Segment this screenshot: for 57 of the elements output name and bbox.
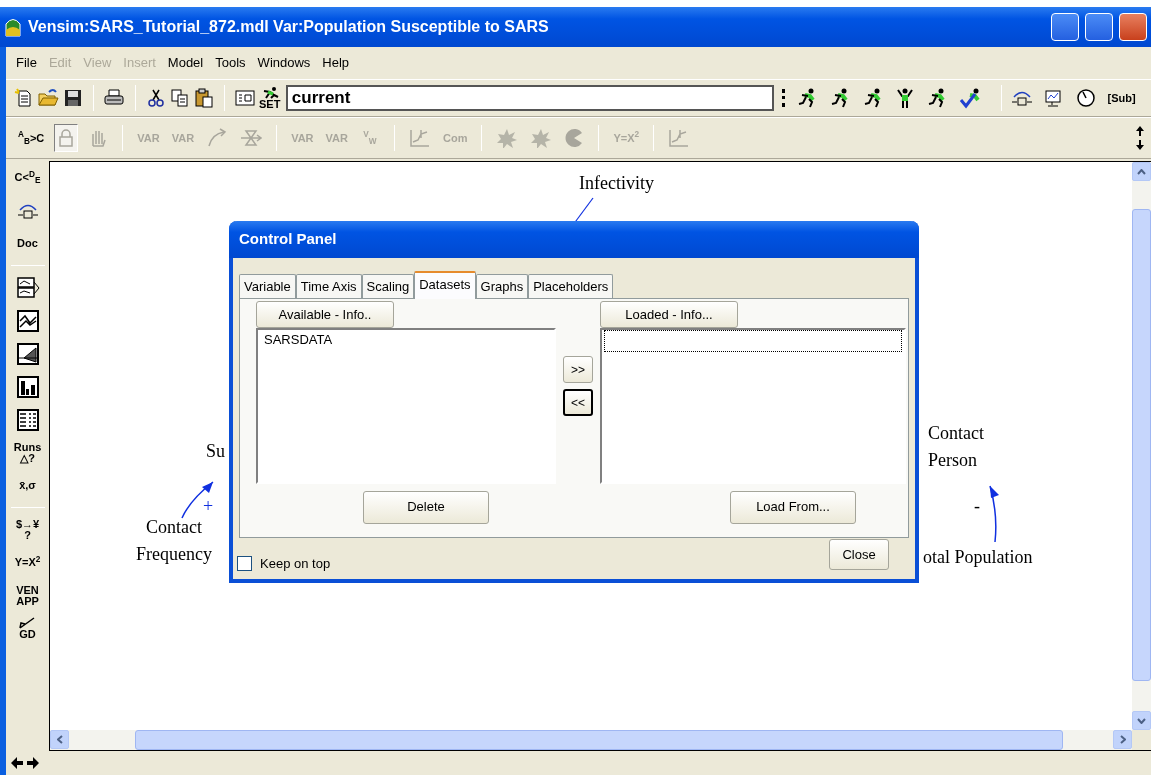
load-from-button[interactable]: Load From... xyxy=(730,490,856,524)
menu-item[interactable]: Model xyxy=(161,53,210,73)
tab[interactable]: Datasets xyxy=(414,271,476,299)
tool-button[interactable]: $→¥ ? xyxy=(13,514,42,545)
close-dialog-button[interactable]: Close xyxy=(829,539,889,570)
menu-item[interactable]: File xyxy=(10,53,43,73)
chevron-down-icon xyxy=(1137,717,1146,724)
loaded-list[interactable] xyxy=(600,328,906,484)
checkbox-label[interactable]: Keep on top xyxy=(260,553,331,573)
scroll-down-button[interactable] xyxy=(1132,711,1151,730)
polarity-sign: + xyxy=(203,495,214,518)
chevron-up-icon xyxy=(1137,168,1146,175)
move-button[interactable]: << xyxy=(563,389,593,416)
tool-button[interactable]: Doc xyxy=(15,228,40,259)
tool-button[interactable]: x̄,σ xyxy=(15,470,40,501)
close-button[interactable] xyxy=(1119,13,1147,41)
maximize-button[interactable] xyxy=(1085,13,1113,41)
window-title: Vensim:SARS_Tutorial_872.mdl Var:Population Susceptible to SARS xyxy=(28,17,550,37)
scroll-up-button[interactable] xyxy=(1132,162,1151,181)
scroll-right-button[interactable] xyxy=(1113,730,1132,749)
tool-button[interactable]: Runs △? xyxy=(11,437,44,468)
polarity-sign: - xyxy=(974,495,980,518)
loaded-info-button[interactable]: Loaded - Info... xyxy=(600,301,738,328)
tab[interactable]: Scaling xyxy=(361,274,415,298)
minimize-button[interactable] xyxy=(1051,13,1079,41)
list-item[interactable]: SARSDATA xyxy=(264,330,548,350)
dialog-title: Control Panel xyxy=(229,221,919,258)
scroll-left-button[interactable] xyxy=(50,730,69,749)
tool-button[interactable]: [Sub] xyxy=(1106,84,1137,112)
variable-label: Su xyxy=(206,440,225,463)
scroll-thumb[interactable] xyxy=(1132,209,1151,681)
menu-item[interactable]: Windows xyxy=(251,53,317,73)
tab[interactable]: Placeholders xyxy=(528,274,614,298)
move-button[interactable]: >> xyxy=(563,356,593,383)
keep-on-top-checkbox[interactable] xyxy=(237,555,252,571)
tool-button[interactable]: VEN APP xyxy=(14,580,41,611)
available-info-button[interactable]: Available - Info.. xyxy=(256,301,394,328)
tab[interactable]: Variable xyxy=(239,274,296,298)
tab[interactable]: Graphs xyxy=(475,274,529,298)
variable-label: Infectivity xyxy=(579,172,654,195)
menu-item[interactable]: Tools xyxy=(209,53,252,73)
chevron-right-icon xyxy=(1119,735,1126,744)
delete-button[interactable]: Delete xyxy=(363,490,489,524)
run-name-field[interactable]: current xyxy=(285,85,775,111)
variable-label: Contact Person xyxy=(928,422,984,472)
variable-label: Contact Frequency xyxy=(135,516,213,566)
variable-label: otal Population xyxy=(923,546,1033,569)
scroll-arrows-icon[interactable] xyxy=(1135,125,1145,151)
vertical-scrollbar[interactable] xyxy=(1132,162,1151,730)
chevron-left-icon xyxy=(56,735,63,744)
link-arrow xyxy=(180,480,216,520)
menu-item[interactable]: Help xyxy=(316,53,356,73)
tab[interactable]: Time Axis xyxy=(295,274,362,298)
dataset-list[interactable]: SARSDATA xyxy=(256,328,556,484)
resize-arrows-icon[interactable] xyxy=(10,755,40,771)
app-icon xyxy=(4,16,22,38)
tool-button[interactable]: Y=X$^{2}$ xyxy=(12,547,43,578)
